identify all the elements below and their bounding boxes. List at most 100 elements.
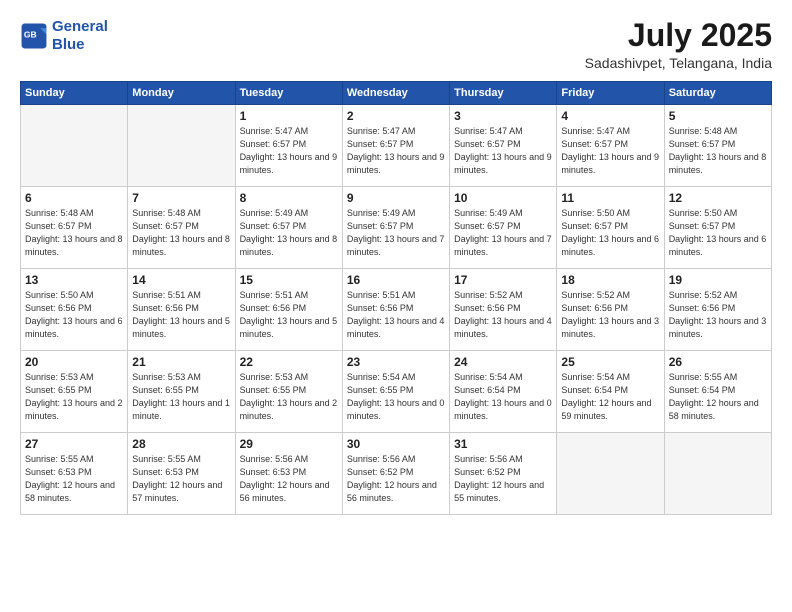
day-number: 11	[561, 191, 659, 205]
day-number: 26	[669, 355, 767, 369]
day-info: Sunrise: 5:54 AM Sunset: 6:55 PM Dayligh…	[347, 371, 445, 423]
day-number: 17	[454, 273, 552, 287]
day-info: Sunrise: 5:49 AM Sunset: 6:57 PM Dayligh…	[240, 207, 338, 259]
col-mon: Monday	[128, 82, 235, 105]
day-info: Sunrise: 5:48 AM Sunset: 6:57 PM Dayligh…	[669, 125, 767, 177]
logo-icon: GB	[20, 22, 48, 50]
calendar-cell: 2 Sunrise: 5:47 AM Sunset: 6:57 PM Daylig…	[342, 105, 449, 187]
day-number: 18	[561, 273, 659, 287]
day-info: Sunrise: 5:56 AM Sunset: 6:53 PM Dayligh…	[240, 453, 338, 505]
day-number: 2	[347, 109, 445, 123]
title-block: July 2025 Sadashivpet, Telangana, India	[585, 18, 772, 71]
calendar-cell: 20Sunrise: 5:53 AM Sunset: 6:55 PM Dayli…	[21, 351, 128, 433]
calendar-cell: 15 Sunrise: 5:51 AM Sunset: 6:56 PM Dayli…	[235, 269, 342, 351]
logo-line2: Blue	[52, 36, 85, 53]
day-number: 24	[454, 355, 552, 369]
week-row-0: 1 Sunrise: 5:47 AM Sunset: 6:57 PM Daylig…	[21, 105, 772, 187]
week-row-2: 13 Sunrise: 5:50 AM Sunset: 6:56 PM Dayli…	[21, 269, 772, 351]
day-number: 16	[347, 273, 445, 287]
day-info: Sunrise: 5:53 AM Sunset: 6:55 PM Dayligh…	[25, 371, 123, 423]
day-info: Sunrise: 5:51 AM Sunset: 6:56 PM Dayligh…	[132, 289, 230, 341]
day-info: Sunrise: 5:47 AM Sunset: 6:57 PM Dayligh…	[454, 125, 552, 177]
calendar-table: Sunday Monday Tuesday Wednesday Thursday…	[20, 81, 772, 515]
day-number: 7	[132, 191, 230, 205]
day-number: 9	[347, 191, 445, 205]
day-number: 15	[240, 273, 338, 287]
day-info: Sunrise: 5:54 AM Sunset: 6:54 PM Dayligh…	[561, 371, 659, 423]
day-number: 12	[669, 191, 767, 205]
day-number: 14	[132, 273, 230, 287]
calendar-cell: 27 Sunrise: 5:55 AM Sunset: 6:53 PM Dayli…	[21, 433, 128, 515]
day-info: Sunrise: 5:56 AM Sunset: 6:52 PM Dayligh…	[454, 453, 552, 505]
svg-text:GB: GB	[24, 30, 37, 40]
day-number: 31	[454, 437, 552, 451]
day-info: Sunrise: 5:55 AM Sunset: 6:53 PM Dayligh…	[25, 453, 123, 505]
day-info: Sunrise: 5:55 AM Sunset: 6:54 PM Dayligh…	[669, 371, 767, 423]
calendar-cell: 6Sunrise: 5:48 AM Sunset: 6:57 PM Daylig…	[21, 187, 128, 269]
day-info: Sunrise: 5:53 AM Sunset: 6:55 PM Dayligh…	[240, 371, 338, 423]
day-info: Sunrise: 5:47 AM Sunset: 6:57 PM Dayligh…	[347, 125, 445, 177]
calendar-cell: 10 Sunrise: 5:49 AM Sunset: 6:57 PM Dayli…	[450, 187, 557, 269]
day-info: Sunrise: 5:47 AM Sunset: 6:57 PM Dayligh…	[561, 125, 659, 177]
day-number: 10	[454, 191, 552, 205]
day-info: Sunrise: 5:55 AM Sunset: 6:53 PM Dayligh…	[132, 453, 230, 505]
day-info: Sunrise: 5:49 AM Sunset: 6:57 PM Dayligh…	[454, 207, 552, 259]
day-number: 4	[561, 109, 659, 123]
day-info: Sunrise: 5:51 AM Sunset: 6:56 PM Dayligh…	[347, 289, 445, 341]
col-fri: Friday	[557, 82, 664, 105]
calendar-cell: 26 Sunrise: 5:55 AM Sunset: 6:54 PM Dayli…	[664, 351, 771, 433]
day-number: 22	[240, 355, 338, 369]
calendar-cell: 11Sunrise: 5:50 AM Sunset: 6:57 PM Dayli…	[557, 187, 664, 269]
calendar-cell: 31 Sunrise: 5:56 AM Sunset: 6:52 PM Dayli…	[450, 433, 557, 515]
calendar-cell: 7 Sunrise: 5:48 AM Sunset: 6:57 PM Daylig…	[128, 187, 235, 269]
col-tue: Tuesday	[235, 82, 342, 105]
day-number: 29	[240, 437, 338, 451]
logo: GB General Blue	[20, 18, 108, 54]
calendar-cell: 1 Sunrise: 5:47 AM Sunset: 6:57 PM Daylig…	[235, 105, 342, 187]
calendar-cell	[664, 433, 771, 515]
header: GB General Blue July 2025 Sadashivpet, T…	[20, 18, 772, 71]
calendar-cell: 30Sunrise: 5:56 AM Sunset: 6:52 PM Dayli…	[342, 433, 449, 515]
location: Sadashivpet, Telangana, India	[585, 55, 772, 71]
col-wed: Wednesday	[342, 82, 449, 105]
calendar-cell: 3 Sunrise: 5:47 AM Sunset: 6:57 PM Daylig…	[450, 105, 557, 187]
calendar-cell: 25 Sunrise: 5:54 AM Sunset: 6:54 PM Dayli…	[557, 351, 664, 433]
day-number: 6	[25, 191, 123, 205]
day-info: Sunrise: 5:48 AM Sunset: 6:57 PM Dayligh…	[132, 207, 230, 259]
day-number: 27	[25, 437, 123, 451]
calendar-cell: 28Sunrise: 5:55 AM Sunset: 6:53 PM Dayli…	[128, 433, 235, 515]
calendar-cell: 14 Sunrise: 5:51 AM Sunset: 6:56 PM Dayli…	[128, 269, 235, 351]
day-info: Sunrise: 5:51 AM Sunset: 6:56 PM Dayligh…	[240, 289, 338, 341]
day-info: Sunrise: 5:49 AM Sunset: 6:57 PM Dayligh…	[347, 207, 445, 259]
day-info: Sunrise: 5:53 AM Sunset: 6:55 PM Dayligh…	[132, 371, 230, 423]
calendar-cell: 13 Sunrise: 5:50 AM Sunset: 6:56 PM Dayli…	[21, 269, 128, 351]
day-number: 5	[669, 109, 767, 123]
week-row-3: 20Sunrise: 5:53 AM Sunset: 6:55 PM Dayli…	[21, 351, 772, 433]
day-number: 3	[454, 109, 552, 123]
logo-line1: General	[52, 18, 108, 35]
col-thu: Thursday	[450, 82, 557, 105]
day-number: 1	[240, 109, 338, 123]
calendar-cell: 17 Sunrise: 5:52 AM Sunset: 6:56 PM Dayli…	[450, 269, 557, 351]
calendar-cell: 24Sunrise: 5:54 AM Sunset: 6:54 PM Dayli…	[450, 351, 557, 433]
day-info: Sunrise: 5:52 AM Sunset: 6:56 PM Dayligh…	[454, 289, 552, 341]
col-sun: Sunday	[21, 82, 128, 105]
week-row-1: 6 Sunrise: 5:48 AM Sunset: 6:57 PM Daylig…	[21, 187, 772, 269]
day-info: Sunrise: 5:47 AM Sunset: 6:57 PM Dayligh…	[240, 125, 338, 177]
calendar-cell	[128, 105, 235, 187]
day-number: 25	[561, 355, 659, 369]
calendar-cell: 9 Sunrise: 5:49 AM Sunset: 6:57 PM Daylig…	[342, 187, 449, 269]
day-info: Sunrise: 5:52 AM Sunset: 6:56 PM Dayligh…	[561, 289, 659, 341]
month-year: July 2025	[585, 18, 772, 53]
calendar-cell: 19Sunrise: 5:52 AM Sunset: 6:56 PM Dayli…	[664, 269, 771, 351]
col-sat: Saturday	[664, 82, 771, 105]
day-info: Sunrise: 5:50 AM Sunset: 6:56 PM Dayligh…	[25, 289, 123, 341]
day-number: 13	[25, 273, 123, 287]
calendar-cell	[21, 105, 128, 187]
calendar-cell: 5 Sunrise: 5:48 AM Sunset: 6:57 PM Daylig…	[664, 105, 771, 187]
page: GB General Blue July 2025 Sadashivpet, T…	[0, 0, 792, 612]
day-number: 19	[669, 273, 767, 287]
calendar-cell: 29 Sunrise: 5:56 AM Sunset: 6:53 PM Dayli…	[235, 433, 342, 515]
calendar-cell: 18 Sunrise: 5:52 AM Sunset: 6:56 PM Dayli…	[557, 269, 664, 351]
day-info: Sunrise: 5:56 AM Sunset: 6:52 PM Dayligh…	[347, 453, 445, 505]
